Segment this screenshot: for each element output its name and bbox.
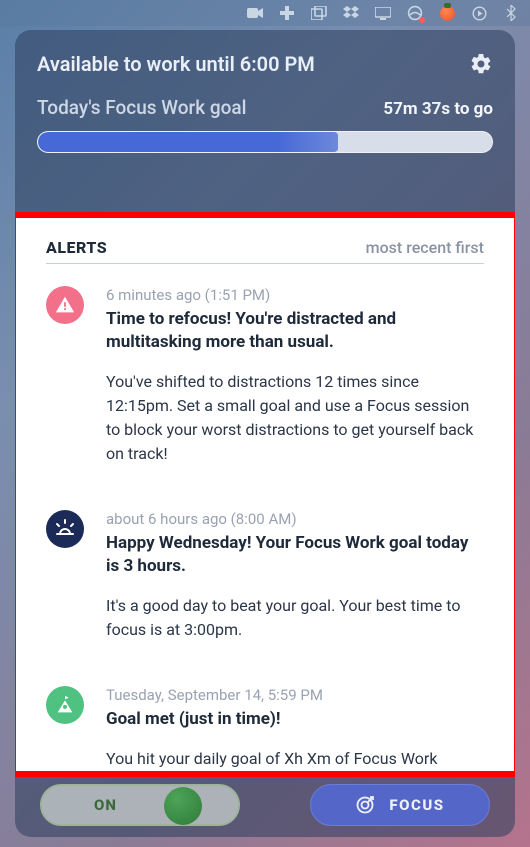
target-icon	[355, 795, 375, 815]
alert-text: You hit your daily goal of Xh Xm of Focu…	[106, 747, 484, 771]
panel-header: Available to work until 6:00 PM Today's …	[15, 30, 515, 169]
alert-headline: Happy Wednesday! Your Focus Work goal to…	[106, 532, 484, 578]
status-badge-dot	[419, 17, 425, 23]
goal-label: Today's Focus Work goal	[37, 96, 246, 119]
progress-fill	[38, 132, 338, 152]
status-icon[interactable]	[406, 4, 424, 22]
flag-peak-icon	[46, 686, 84, 724]
footer-controls: ON FOCUS	[40, 783, 490, 827]
play-circle-icon[interactable]	[470, 4, 488, 22]
windows-icon[interactable]	[310, 4, 328, 22]
alert-headline: Goal met (just in time)!	[106, 708, 484, 731]
alert-text: You've shifted to distractions 12 times …	[106, 370, 484, 466]
alert-body: 6 minutes ago (1:51 PM) Time to refocus! …	[106, 286, 484, 466]
sunrise-icon	[46, 510, 84, 548]
plus-icon[interactable]	[278, 4, 296, 22]
display-icon[interactable]	[374, 4, 392, 22]
alert-body: about 6 hours ago (8:00 AM) Happy Wednesd…	[106, 510, 484, 642]
gear-icon[interactable]	[469, 52, 493, 76]
bluetooth-icon[interactable]	[502, 4, 520, 22]
toggle-knob	[164, 787, 202, 825]
alert-item[interactable]: about 6 hours ago (8:00 AM) Happy Wednesd…	[46, 510, 484, 642]
alert-headline: Time to refocus! You're distracted and m…	[106, 308, 484, 354]
goal-remaining: 57m 37s to go	[383, 99, 493, 119]
focus-button[interactable]: FOCUS	[310, 784, 490, 826]
main-panel: Available to work until 6:00 PM Today's …	[15, 30, 515, 837]
availability-label: Available to work until 6:00 PM	[37, 52, 315, 76]
focus-button-label: FOCUS	[389, 796, 444, 814]
alerts-title: ALERTS	[46, 238, 107, 257]
warning-icon	[46, 286, 84, 324]
toggle-label: ON	[94, 796, 117, 814]
alert-text: It's a good day to beat your goal. Your …	[106, 594, 484, 642]
alerts-card: ALERTS most recent first 6 minutes ago (…	[15, 212, 515, 777]
video-icon[interactable]	[246, 4, 264, 22]
alerts-header: ALERTS most recent first	[46, 238, 484, 264]
alert-time: Tuesday, September 14, 5:59 PM	[106, 686, 484, 704]
alert-item[interactable]: 6 minutes ago (1:51 PM) Time to refocus! …	[46, 286, 484, 466]
progress-bar	[37, 131, 493, 153]
dropbox-icon[interactable]	[342, 4, 360, 22]
macos-menubar	[0, 0, 530, 26]
tomato-icon[interactable]	[438, 4, 456, 22]
alert-item[interactable]: Tuesday, September 14, 5:59 PM Goal met (…	[46, 686, 484, 771]
alert-time: about 6 hours ago (8:00 AM)	[106, 510, 484, 528]
tracking-toggle[interactable]: ON	[40, 784, 240, 826]
alert-body: Tuesday, September 14, 5:59 PM Goal met (…	[106, 686, 484, 771]
alerts-sort[interactable]: most recent first	[366, 238, 484, 257]
alert-list: 6 minutes ago (1:51 PM) Time to refocus! …	[46, 286, 484, 771]
alert-time: 6 minutes ago (1:51 PM)	[106, 286, 484, 304]
